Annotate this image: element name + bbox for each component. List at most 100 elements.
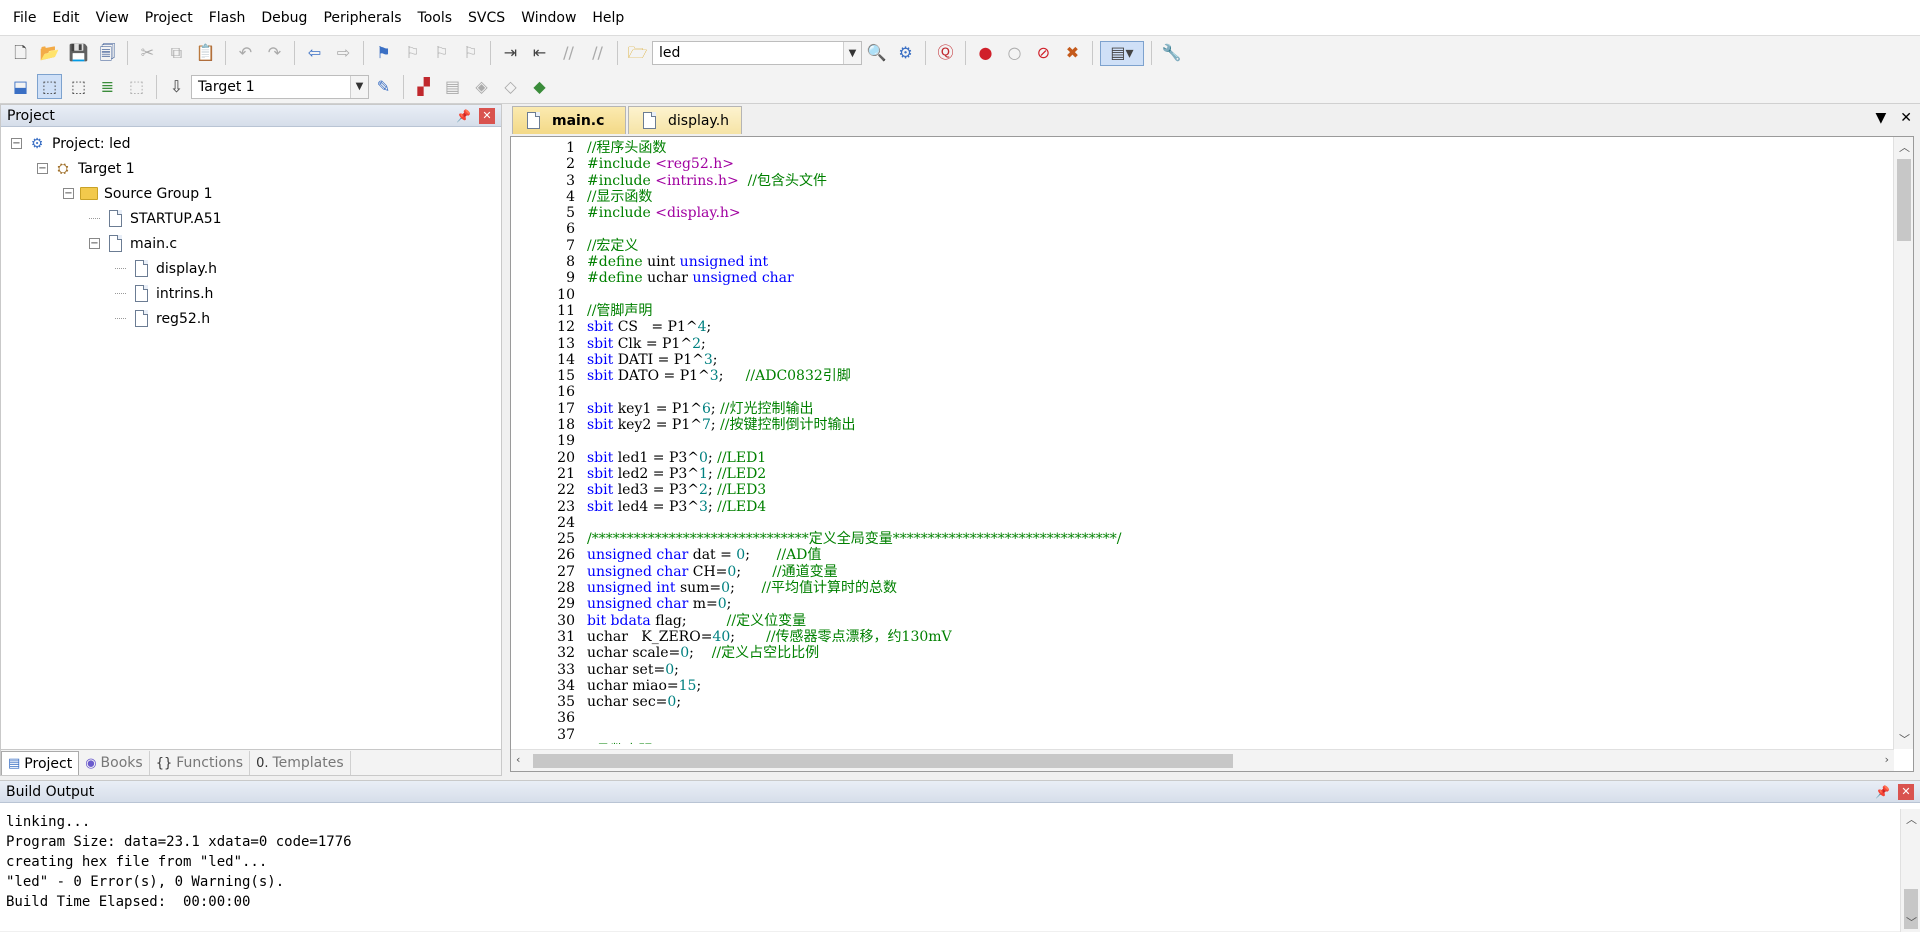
code-line[interactable]: 23 sbit led4 = P3^3; //LED4	[511, 499, 1891, 515]
multi-project-icon[interactable]: ◆	[527, 74, 552, 99]
code-line[interactable]: 3 #include <intrins.h> //包含头文件	[511, 173, 1891, 189]
tree-node-file[interactable]: − main.c	[1, 231, 501, 256]
tab-books[interactable]: ◉ Books	[79, 751, 150, 775]
manage-project-items-icon[interactable]: ▞	[411, 74, 436, 99]
tree-node-group[interactable]: − Source Group 1	[1, 181, 501, 206]
code-line[interactable]: 11 //管脚声明	[511, 303, 1891, 319]
tree-node-include[interactable]: intrins.h	[1, 281, 501, 306]
close-icon[interactable]: ✕	[479, 107, 495, 124]
code-line[interactable]: 37	[511, 727, 1891, 743]
find-in-files-icon[interactable]: 🗁	[625, 41, 650, 66]
code-line[interactable]: 16	[511, 384, 1891, 400]
vertical-scrollbar[interactable]: ︿ ﹀	[1893, 137, 1913, 749]
options-for-target-icon[interactable]: ✎	[371, 74, 396, 99]
copy-icon[interactable]: ⧉	[164, 41, 189, 66]
collapse-icon[interactable]: −	[63, 188, 74, 199]
code-editor[interactable]: 1 //程序头函数 2 #include <reg52.h> 3 #include <in…	[510, 136, 1914, 772]
incremental-find-icon[interactable]: 🔍	[864, 41, 889, 66]
tab-project[interactable]: ▤ Project	[1, 751, 80, 775]
code-line[interactable]: 34 uchar miao=15;	[511, 678, 1891, 694]
window-layout-icon[interactable]: ▤▾	[1100, 40, 1144, 66]
vertical-scrollbar[interactable]: ︿ ﹀	[1900, 809, 1920, 932]
code-line[interactable]: 12 sbit CS = P1^4;	[511, 319, 1891, 335]
code-line[interactable]: 32 uchar scale=0; //定义占空比比例	[511, 645, 1891, 661]
code-line[interactable]: 2 #include <reg52.h>	[511, 156, 1891, 172]
code-line[interactable]: 8 #define uint unsigned int	[511, 254, 1891, 270]
menu-flash[interactable]: Flash	[201, 0, 254, 36]
code-line[interactable]: 6	[511, 221, 1891, 237]
open-file-icon[interactable]: 📂	[37, 41, 62, 66]
code-line[interactable]: 29 unsigned char m=0;	[511, 596, 1891, 612]
code-line[interactable]: 22 sbit led3 = P3^2; //LED3	[511, 482, 1891, 498]
code-line[interactable]: 24	[511, 515, 1891, 531]
tab-list-icon[interactable]: ▼	[1875, 110, 1886, 126]
code-line[interactable]: 25 /*******************************定义全局变量…	[511, 531, 1891, 547]
clear-bookmarks-icon[interactable]: ⚐	[458, 41, 483, 66]
rebuild-icon[interactable]: ⬚	[66, 74, 91, 99]
prev-bookmark-icon[interactable]: ⚐	[400, 41, 425, 66]
menu-project[interactable]: Project	[137, 0, 201, 36]
code-line[interactable]: 1 //程序头函数	[511, 140, 1891, 156]
save-all-icon[interactable]: 🗐	[95, 41, 120, 66]
menu-window[interactable]: Window	[513, 0, 584, 36]
code-lines[interactable]: 1 //程序头函数 2 #include <reg52.h> 3 #include <in…	[511, 140, 1891, 744]
tab-functions[interactable]: {} Functions	[150, 751, 251, 775]
navigate-forward-icon[interactable]: ⇨	[331, 41, 356, 66]
tree-node-target[interactable]: − ⛭ Target 1	[1, 156, 501, 181]
tools-wrench-icon[interactable]: 🔧	[1159, 41, 1184, 66]
code-line[interactable]: 5 #include <display.h>	[511, 205, 1891, 221]
insert-breakpoint-icon[interactable]: ●	[973, 41, 998, 66]
disable-breakpoints-icon[interactable]: ⊘	[1031, 41, 1056, 66]
undo-icon[interactable]: ↶	[233, 41, 258, 66]
enable-breakpoint-icon[interactable]: ○	[1002, 41, 1027, 66]
download-icon[interactable]: ⇩	[164, 74, 189, 99]
pin-icon[interactable]: 📌	[1875, 785, 1890, 799]
code-line[interactable]: 19	[511, 433, 1891, 449]
code-line[interactable]: 26 unsigned char dat = 0; //AD值	[511, 547, 1891, 563]
next-bookmark-icon[interactable]: ⚐	[429, 41, 454, 66]
code-line[interactable]: 10	[511, 287, 1891, 303]
scroll-down-icon[interactable]: ﹀	[1899, 731, 1910, 747]
code-line[interactable]: 21 sbit led2 = P3^1; //LED2	[511, 466, 1891, 482]
indent-icon[interactable]: ⇥	[498, 41, 523, 66]
redo-icon[interactable]: ↷	[262, 41, 287, 66]
code-line[interactable]: 14 sbit DATI = P1^3;	[511, 352, 1891, 368]
tab-main-c[interactable]: main.c	[512, 106, 626, 134]
scroll-up-icon[interactable]: ︿	[1899, 139, 1910, 155]
scroll-right-icon[interactable]: ›	[1885, 753, 1889, 766]
horizontal-scrollbar[interactable]: ‹ ›	[511, 749, 1894, 771]
menu-view[interactable]: View	[88, 0, 137, 36]
unindent-icon[interactable]: ⇤	[527, 41, 552, 66]
code-line[interactable]: 36	[511, 710, 1891, 726]
menu-edit[interactable]: Edit	[44, 0, 87, 36]
tree-node-include[interactable]: display.h	[1, 256, 501, 281]
translate-icon[interactable]: ⬓	[8, 74, 33, 99]
uncomment-icon[interactable]: //	[585, 41, 610, 66]
close-icon[interactable]: ✕	[1898, 783, 1914, 800]
kill-breakpoints-icon[interactable]: ✖	[1060, 41, 1085, 66]
pack-installer-icon[interactable]: ◇	[498, 74, 523, 99]
build-icon[interactable]: ⬚	[37, 74, 62, 99]
tab-display-h[interactable]: display.h	[628, 106, 742, 134]
code-line[interactable]: 20 sbit led1 = P3^0; //LED1	[511, 450, 1891, 466]
paste-icon[interactable]: 📋	[193, 41, 218, 66]
target-combo[interactable]: Target 1 ▼	[191, 74, 369, 99]
menu-help[interactable]: Help	[584, 0, 632, 36]
collapse-icon[interactable]: −	[11, 138, 22, 149]
code-line[interactable]: 17 sbit key1 = P1^6; //灯光控制输出	[511, 401, 1891, 417]
code-line[interactable]: 4 //显示函数	[511, 189, 1891, 205]
code-line[interactable]: 18 sbit key2 = P1^7; //按键控制倒计时输出	[511, 417, 1891, 433]
code-line[interactable]: 38//函数声明	[511, 743, 1891, 744]
collapse-icon[interactable]: −	[37, 163, 48, 174]
menu-file[interactable]: File	[5, 0, 44, 36]
start-debug-icon[interactable]: Ⓠ	[933, 41, 958, 66]
tree-node-file[interactable]: STARTUP.A51	[1, 206, 501, 231]
scroll-up-icon[interactable]: ︿	[1906, 811, 1917, 827]
scroll-down-icon[interactable]: ﹀	[1906, 914, 1917, 930]
comment-icon[interactable]: //	[556, 41, 581, 66]
menu-svcs[interactable]: SVCS	[460, 0, 513, 36]
code-line[interactable]: 9 #define uchar unsigned char	[511, 270, 1891, 286]
code-line[interactable]: 7 //宏定义	[511, 238, 1891, 254]
navigate-back-icon[interactable]: ⇦	[302, 41, 327, 66]
menu-tools[interactable]: Tools	[410, 0, 461, 36]
